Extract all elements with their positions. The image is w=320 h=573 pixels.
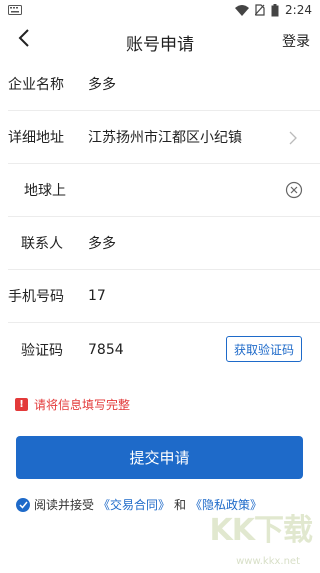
back-button[interactable] <box>12 26 36 54</box>
checkmark-icon <box>18 498 28 512</box>
address-label: 详细地址 <box>8 130 64 146</box>
code-label: 验证码 <box>21 342 63 359</box>
phone-row[interactable]: 手机号码 17 <box>8 270 320 323</box>
company-label: 企业名称 <box>8 77 64 93</box>
company-row[interactable]: 企业名称 多多 <box>8 58 320 111</box>
error-message: ! 请将信息填写完整 <box>15 396 130 413</box>
battery-icon <box>271 3 279 17</box>
wifi-icon <box>235 4 250 16</box>
submit-button[interactable]: 提交申请 <box>16 436 303 479</box>
get-code-button[interactable]: 获取验证码 <box>225 336 302 362</box>
clear-button[interactable] <box>285 181 303 199</box>
address-detail-input[interactable]: 地球上 <box>8 180 96 200</box>
contract-link[interactable]: 《交易合同》 <box>98 496 170 513</box>
alert-icon: ! <box>15 398 28 411</box>
contact-row[interactable]: 联系人 多多 <box>8 217 320 270</box>
address-detail-row[interactable]: 地球上 <box>8 164 320 217</box>
page-title: 账号申请 <box>126 35 194 55</box>
agreement-prefix: 阅读并接受 <box>34 498 95 512</box>
watermark-url: www.kkx.net <box>236 556 300 567</box>
phone-input[interactable]: 17 <box>88 288 320 304</box>
no-sim-icon <box>255 4 265 16</box>
chevron-right-icon <box>286 128 300 148</box>
status-bar: 2:24 <box>0 0 320 20</box>
company-input[interactable]: 多多 <box>88 74 320 94</box>
keyboard-icon <box>8 5 22 15</box>
clear-icon <box>285 181 303 203</box>
code-row[interactable]: 验证码 7854 获取验证码 <box>8 323 320 376</box>
watermark-brand: KK下载 <box>209 513 313 548</box>
phone-label: 手机号码 <box>8 289 64 305</box>
chevron-left-icon <box>18 28 30 52</box>
contact-input[interactable]: 多多 <box>88 233 320 253</box>
error-text: 请将信息填写完整 <box>34 398 131 412</box>
nav-bar: 账号申请 登录 <box>0 20 320 60</box>
agree-checkbox[interactable] <box>16 497 30 512</box>
watermark: KK下载 www.kkx.net <box>192 505 313 569</box>
application-form: 企业名称 多多 详细地址 江苏扬州市江都区小纪镇 地球上 联系人 多多 手机号码… <box>0 58 320 376</box>
agreement-conjunction: 和 <box>174 498 187 512</box>
address-row[interactable]: 详细地址 江苏扬州市江都区小纪镇 <box>8 111 320 164</box>
contact-label: 联系人 <box>21 236 63 252</box>
login-button[interactable]: 登录 <box>282 31 310 51</box>
status-time: 2:24 <box>285 3 312 17</box>
